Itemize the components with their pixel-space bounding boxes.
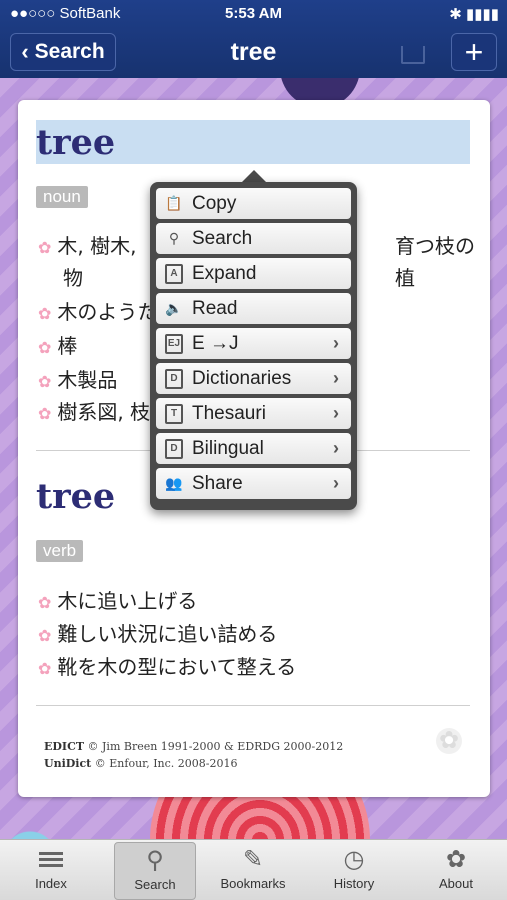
search-icon: ⚲ bbox=[168, 230, 180, 246]
top-bar: ●●○○○ SoftBank 5:53 AM ✱ ▮▮▮▮ ‹ Search t… bbox=[0, 0, 507, 78]
sense-text: 木製品 bbox=[57, 368, 118, 392]
menu-item-label: E →J bbox=[192, 332, 239, 354]
flower-bullet-icon: ✿ bbox=[38, 238, 52, 257]
sense-text: 靴を木の型において整える bbox=[57, 655, 297, 679]
flower-bullet-icon: ✿ bbox=[38, 304, 52, 323]
speaker-icon: 🔈 bbox=[165, 300, 183, 316]
pos-badge: noun bbox=[36, 186, 88, 208]
tab-label: About bbox=[439, 876, 473, 891]
add-button[interactable]: + bbox=[451, 33, 497, 71]
credit-name: UniDict bbox=[44, 757, 92, 770]
headword-verb[interactable]: tree bbox=[36, 476, 115, 517]
credit-text: © Jim Breen 1991-2000 & EDRDG 2000-2012 bbox=[87, 740, 344, 753]
menu-item-expand[interactable]: A Expand bbox=[156, 258, 351, 289]
flower-bullet-icon: ✿ bbox=[38, 338, 52, 357]
search-icon: ⚲ bbox=[146, 846, 164, 874]
bilingual-icon: D bbox=[164, 438, 184, 459]
tab-bar: Index ⚲ Search ✎ Bookmarks ◷ History ✿ A… bbox=[0, 839, 507, 900]
sense-item: ✿ 木, 樹木, bbox=[38, 230, 136, 264]
chevron-right-icon: › bbox=[333, 333, 339, 353]
credits: EDICT © Jim Breen 1991-2000 & EDRDG 2000… bbox=[44, 738, 343, 772]
flower-bullet-icon: ✿ bbox=[38, 404, 52, 423]
share-people-icon: 👥 bbox=[165, 475, 183, 491]
tab-search[interactable]: ⚲ Search bbox=[114, 842, 196, 900]
menu-item-copy[interactable]: 📋 Copy bbox=[156, 188, 351, 219]
clock: 5:53 AM bbox=[225, 5, 282, 22]
sense-item: ✿ 木に追い上げる bbox=[38, 585, 197, 619]
context-menu: 📋 Copy ⚲ Search A Expand 🔈 Read EJ E →J … bbox=[150, 182, 357, 510]
sense-item: ✿ 木製品 bbox=[38, 364, 117, 398]
tab-bookmarks[interactable]: ✎ Bookmarks bbox=[213, 842, 293, 898]
tab-history[interactable]: ◷ History bbox=[314, 842, 394, 898]
tab-label: Bookmarks bbox=[220, 876, 286, 891]
tab-about[interactable]: ✿ About bbox=[416, 842, 496, 898]
flower-bullet-icon: ✿ bbox=[38, 626, 52, 645]
page-title: tree bbox=[230, 38, 277, 66]
flower-bullet-icon: ✿ bbox=[38, 372, 52, 391]
sense-text: 樹系図, 枝 bbox=[57, 400, 151, 424]
tab-index[interactable]: Index bbox=[11, 842, 91, 898]
flower-bullet-icon: ✿ bbox=[38, 659, 52, 678]
menu-item-label: Read bbox=[192, 297, 238, 319]
tab-label: Index bbox=[35, 876, 67, 891]
menu-item-search[interactable]: ⚲ Search bbox=[156, 223, 351, 254]
chevron-right-icon: › bbox=[333, 403, 339, 423]
chevron-right-icon: › bbox=[333, 438, 339, 458]
sense-tail-text: 育つ枝の植 bbox=[395, 234, 475, 290]
menu-item-label: Thesauri bbox=[192, 402, 266, 424]
sense-item: ✿ 棒 bbox=[38, 330, 77, 364]
sense-text: 棒 bbox=[57, 334, 78, 358]
sense-text: 木, 樹木, bbox=[57, 234, 137, 258]
divider bbox=[36, 705, 470, 706]
tab-label: History bbox=[333, 876, 375, 891]
menu-item-bilingual[interactable]: D Bilingual › bbox=[156, 433, 351, 464]
chevron-right-icon: › bbox=[333, 368, 339, 388]
clipboard-icon: 📋 bbox=[165, 195, 183, 211]
credit-name: EDICT bbox=[44, 740, 85, 753]
tab-label: Search bbox=[134, 877, 176, 892]
credit-text: © Enfour, Inc. 2008-2016 bbox=[94, 757, 238, 770]
status-bar: ●●○○○ SoftBank 5:53 AM ✱ ▮▮▮▮ bbox=[0, 0, 507, 26]
menu-item-thesauri[interactable]: T Thesauri › bbox=[156, 398, 351, 429]
sense-item: ✿ 樹系図, 枝 bbox=[38, 396, 150, 430]
menu-item-share[interactable]: 👥 Share › bbox=[156, 468, 351, 499]
flower-bullet-icon: ✿ bbox=[38, 593, 52, 612]
sense-text: 木に追い上げる bbox=[57, 589, 198, 613]
pos-badge: verb bbox=[36, 540, 84, 562]
sense-item: ✿ 木のようた bbox=[38, 296, 157, 330]
clock-icon: ◷ bbox=[343, 845, 365, 873]
sense-text: 木のようた bbox=[57, 300, 158, 324]
bookmark-icon: ✎ bbox=[242, 845, 264, 873]
menu-item-label: Dictionaries bbox=[192, 367, 292, 389]
menu-item-label: Share bbox=[192, 472, 243, 494]
sense-item: ✿ 靴を木の型において整える bbox=[38, 651, 296, 685]
menu-item-label: Copy bbox=[192, 192, 237, 214]
headword-noun[interactable]: tree bbox=[36, 122, 115, 163]
menu-item-label: Bilingual bbox=[192, 437, 264, 459]
sense-item: ✿ 難しい状況に追い詰める bbox=[38, 618, 277, 652]
ej-icon: EJ bbox=[164, 333, 184, 354]
menu-item-ej[interactable]: EJ E →J › bbox=[156, 328, 351, 359]
sense-text: 難しい状況に追い詰める bbox=[57, 622, 278, 646]
share-icon[interactable] bbox=[401, 46, 425, 64]
sense-continuation: 物 bbox=[63, 266, 83, 290]
menu-item-read[interactable]: 🔈 Read bbox=[156, 293, 351, 324]
expand-icon: A bbox=[164, 263, 184, 284]
chevron-right-icon: › bbox=[333, 473, 339, 493]
menu-item-label: Expand bbox=[192, 262, 257, 284]
dictionary-icon: D bbox=[164, 368, 184, 389]
battery-indicator: ✱ ▮▮▮▮ bbox=[449, 6, 499, 23]
menu-item-dictionaries[interactable]: D Dictionaries › bbox=[156, 363, 351, 394]
flower-logo-icon: ✿ bbox=[436, 728, 462, 754]
thesaurus-icon: T bbox=[164, 403, 184, 424]
flower-icon: ✿ bbox=[445, 845, 467, 873]
menu-item-label: Search bbox=[192, 227, 253, 249]
list-icon bbox=[11, 842, 91, 876]
